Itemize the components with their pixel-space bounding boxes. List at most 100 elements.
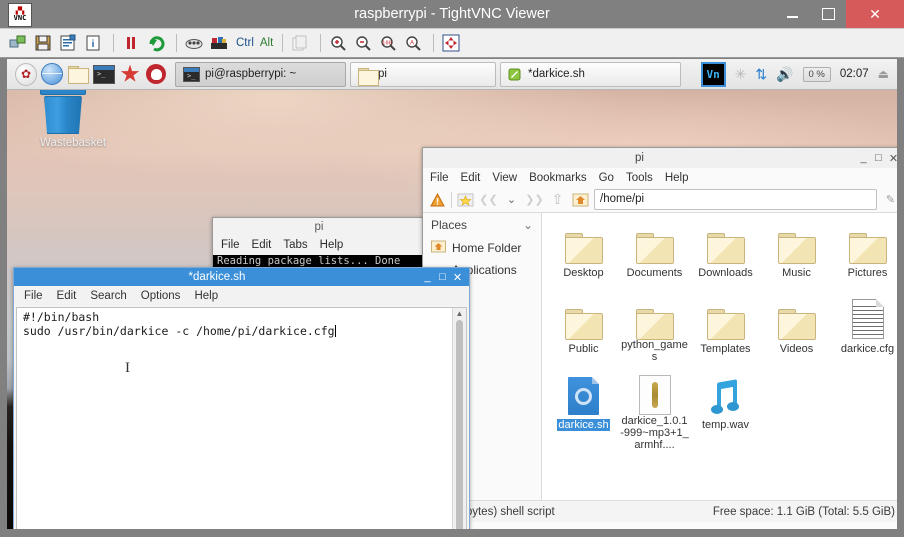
network-updown-icon[interactable]: ⇅ (755, 66, 767, 83)
editor-scrollbar[interactable]: ▲ ▼ (452, 308, 466, 529)
editor-menu-search[interactable]: Search (90, 290, 126, 302)
wolfram-icon[interactable] (145, 63, 167, 85)
warning-icon[interactable] (428, 190, 447, 209)
path-input[interactable]: /home/pi (594, 189, 877, 210)
maximize-button[interactable] (810, 0, 846, 28)
file-item-public[interactable]: Public (548, 295, 619, 367)
text-editor-window[interactable]: *darkice.sh _ □ ✕ File Edit Search Optio… (13, 267, 470, 529)
alt-key-label[interactable]: Alt (260, 37, 273, 49)
zoom-out-icon[interactable] (352, 32, 374, 54)
fm-maximize-button[interactable]: □ (871, 152, 886, 164)
place-item-home-folder[interactable]: Home Folder (423, 237, 541, 259)
editor-line-1: #!/bin/bash (23, 310, 100, 324)
pathbar-separator (451, 191, 452, 208)
editor-close-button[interactable]: ✕ (450, 271, 465, 284)
file-item-pictures[interactable]: Pictures (832, 219, 897, 291)
editor-text-area[interactable]: #!/bin/bash sudo /usr/bin/darkice -c /ho… (16, 307, 467, 529)
web-browser-icon[interactable] (41, 63, 63, 85)
terminal-menu-file[interactable]: File (221, 239, 240, 251)
places-header[interactable]: Places ⌄ (423, 213, 541, 237)
bookmark-icon[interactable] (456, 190, 475, 209)
home-folder-icon (431, 240, 446, 256)
file-item-darkice-deb[interactable]: darkice_1.0.1-999~mp3+1_armhf.... (619, 371, 690, 453)
refresh-icon[interactable] (145, 32, 167, 54)
editor-menu-options[interactable]: Options (141, 290, 181, 302)
desktop-icon-wastebasket[interactable]: Wastebasket (40, 86, 106, 149)
file-item-python-games[interactable]: python_games (619, 295, 690, 367)
editor-menu-help[interactable]: Help (194, 290, 218, 302)
terminal-menu-help[interactable]: Help (320, 239, 344, 251)
eject-icon[interactable]: ⏏ (878, 67, 889, 81)
editor-minimize-button[interactable]: _ (420, 271, 435, 283)
status-free-space: Free space: 1.1 GiB (Total: 5.5 GiB) (712, 505, 895, 518)
home-icon[interactable] (571, 190, 590, 209)
file-item-darkice-sh[interactable]: darkice.sh (548, 371, 619, 453)
file-item-darkice-cfg[interactable]: darkice.cfg (832, 295, 897, 367)
editor-maximize-button[interactable]: □ (435, 271, 450, 283)
file-list-view[interactable]: Desktop Documents Downloads Music Pictur… (542, 213, 897, 500)
remote-desktop-area[interactable]: Wastebasket pi File Edit Tabs Help Readi… (7, 59, 897, 529)
history-dropdown-icon[interactable]: ⌄ (502, 190, 521, 209)
file-manager-icon[interactable] (67, 63, 89, 85)
file-item-music[interactable]: Music (761, 219, 832, 291)
zoom-in-icon[interactable] (327, 32, 349, 54)
bluetooth-icon[interactable]: ✳ (735, 66, 747, 83)
connection-info-icon[interactable]: i (82, 32, 104, 54)
terminal-menu-tabs[interactable]: Tabs (283, 239, 307, 251)
file-item-videos[interactable]: Videos (761, 295, 832, 367)
close-button[interactable]: ✕ (846, 0, 904, 28)
fm-menu-help[interactable]: Help (665, 172, 689, 184)
file-item-documents[interactable]: Documents (619, 219, 690, 291)
connection-options-icon[interactable] (57, 32, 79, 54)
file-item-desktop[interactable]: Desktop (548, 219, 619, 291)
fm-menu-go[interactable]: Go (599, 172, 614, 184)
up-icon[interactable]: ⇧ (548, 190, 567, 209)
terminal-titlebar: pi (213, 218, 425, 235)
editor-menu-file[interactable]: File (24, 290, 43, 302)
pause-icon[interactable] (120, 32, 142, 54)
path-tools-icon[interactable]: ✎ (881, 190, 897, 209)
zoom-100-icon[interactable]: 100 (377, 32, 399, 54)
terminal-window[interactable]: pi File Edit Tabs Help Reading package l… (212, 217, 426, 269)
ctrl-key-label[interactable]: Ctrl (236, 37, 254, 49)
speaker-icon[interactable]: 🔊 (776, 66, 793, 83)
file-manager-window[interactable]: pi _ □ ✕ File Edit View Bookmarks Go Too… (422, 147, 897, 529)
menu-raspberry-icon[interactable]: ✿ (15, 62, 37, 86)
document-icon (832, 295, 897, 339)
file-item-temp-wav[interactable]: temp.wav (690, 371, 761, 453)
chevron-down-icon[interactable]: ⌄ (523, 218, 533, 232)
fm-menu-edit[interactable]: Edit (461, 172, 481, 184)
file-item-downloads[interactable]: Downloads (690, 219, 761, 291)
clock[interactable]: 02:07 (840, 68, 869, 80)
taskbar-button-terminal[interactable]: pi@raspberrypi: ~ (175, 61, 346, 87)
package-icon (619, 371, 690, 415)
terminal-menubar: File Edit Tabs Help (213, 235, 425, 255)
terminal-icon[interactable] (93, 63, 115, 85)
fm-close-button[interactable]: ✕ (886, 152, 897, 165)
fm-menu-bookmarks[interactable]: Bookmarks (529, 172, 587, 184)
fm-menu-tools[interactable]: Tools (626, 172, 653, 184)
fm-menu-file[interactable]: File (430, 172, 449, 184)
save-session-icon[interactable] (32, 32, 54, 54)
mathematica-icon[interactable] (119, 63, 141, 85)
terminal-title: pi (314, 220, 324, 233)
file-item-templates[interactable]: Templates (690, 295, 761, 367)
taskbar-window-buttons: pi@raspberrypi: ~ pi *darkice.sh (175, 61, 701, 87)
terminal-menu-edit[interactable]: Edit (252, 239, 272, 251)
cpu-usage-indicator[interactable]: 0 % (802, 66, 831, 82)
taskbar-button-editor[interactable]: *darkice.sh (500, 61, 681, 87)
wastebasket-body-icon (44, 96, 82, 134)
vnc-server-tray-icon[interactable]: Vn (700, 61, 726, 87)
new-connection-icon[interactable] (7, 32, 29, 54)
scrollbar-thumb[interactable] (456, 320, 463, 529)
fm-minimize-button[interactable]: _ (856, 152, 871, 164)
taskbar-button-file-manager[interactable]: pi (350, 61, 496, 87)
minimize-button[interactable] (774, 0, 810, 28)
send-keys-icon[interactable] (208, 32, 230, 54)
fullscreen-icon[interactable] (440, 32, 462, 54)
send-ctrl-alt-del-icon[interactable] (183, 32, 205, 54)
editor-menu-edit[interactable]: Edit (57, 290, 77, 302)
fm-menu-view[interactable]: View (492, 172, 517, 184)
zoom-auto-icon[interactable]: A (402, 32, 424, 54)
scroll-up-arrow-icon[interactable]: ▲ (453, 308, 466, 320)
